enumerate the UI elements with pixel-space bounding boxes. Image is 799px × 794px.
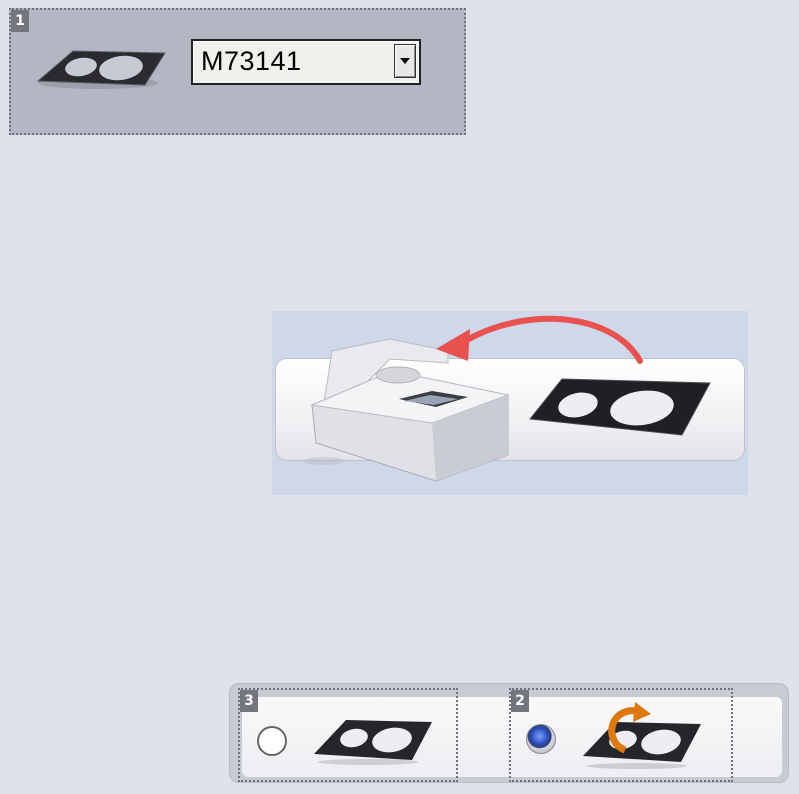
curved-arrow-icon (436, 315, 643, 364)
illustration (304, 315, 711, 482)
option-2-radio[interactable] (526, 724, 556, 754)
tray-icon (36, 50, 166, 89)
dropdown-selected-value: M73141 (201, 46, 302, 76)
option-number-badge: 2 (511, 690, 529, 712)
tray-model-dropdown[interactable]: M73141 (191, 39, 421, 85)
step-1-panel: 1 M73141 (9, 8, 466, 135)
option-3-box[interactable]: 3 (238, 688, 458, 782)
step-number-badge: 1 (11, 10, 29, 32)
option-2-box[interactable]: 2 (509, 688, 733, 782)
option-3-radio[interactable] (257, 726, 287, 756)
option-number-badge: 3 (240, 690, 258, 712)
tray-icon (529, 378, 711, 436)
chevron-down-icon[interactable] (394, 44, 416, 78)
tray-icon (314, 720, 432, 765)
rotated-tray-icon (583, 702, 701, 769)
scanner-icon (304, 338, 510, 482)
